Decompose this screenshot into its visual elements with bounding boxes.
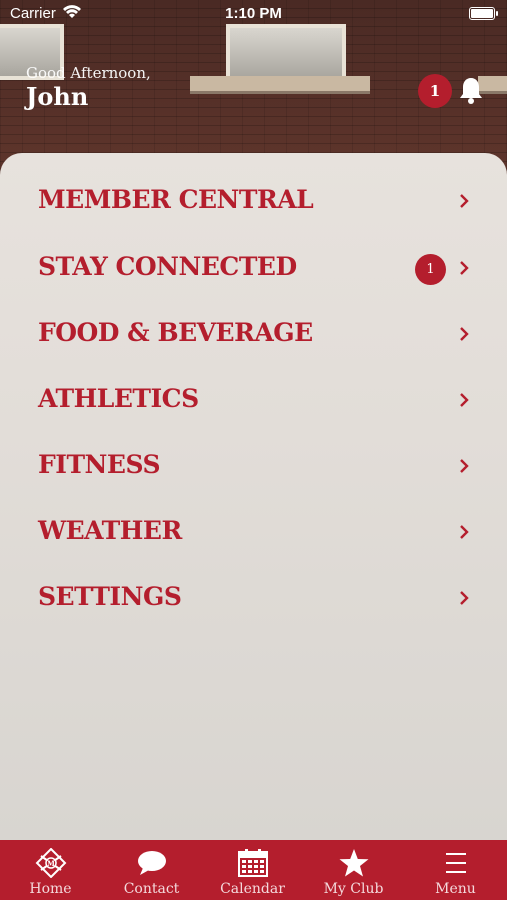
notification-count-badge[interactable]: 1 — [418, 74, 452, 108]
menu-item-stay-connected[interactable]: STAY CONNECTED 1 — [0, 238, 507, 298]
tab-label: My Club — [323, 881, 384, 897]
svg-text:M: M — [47, 859, 55, 868]
bottom-tab-bar: M Home Contact Calendar My Club Menu — [0, 840, 507, 900]
tab-label: Contact — [123, 881, 180, 897]
building-window — [226, 24, 346, 82]
chevron-right-icon — [460, 393, 469, 407]
hamburger-icon — [445, 853, 466, 873]
tab-my-club[interactable]: My Club — [303, 840, 404, 900]
menu-item-food-beverage[interactable]: FOOD & BEVERAGE — [0, 304, 507, 364]
menu-item-label: ATHLETICS — [38, 384, 199, 413]
chevron-right-icon — [460, 591, 469, 605]
bell-icon[interactable] — [458, 76, 484, 104]
menu-card: MEMBER CENTRAL STAY CONNECTED 1 FOOD & B… — [0, 153, 507, 843]
star-icon — [339, 849, 368, 877]
greeting-text: Good Afternoon, — [26, 64, 151, 82]
menu-item-label: SETTINGS — [38, 582, 182, 611]
menu-item-badge: 1 — [415, 254, 446, 285]
tab-label: Calendar — [220, 881, 285, 897]
menu-item-label: FOOD & BEVERAGE — [38, 318, 313, 347]
tab-calendar[interactable]: Calendar — [202, 840, 303, 900]
greeting-block: Good Afternoon, John — [26, 64, 151, 111]
menu-item-label: STAY CONNECTED — [38, 252, 297, 281]
tab-contact[interactable]: Contact — [101, 840, 202, 900]
chevron-right-icon — [460, 194, 469, 208]
status-bar: Carrier 1:10 PM — [0, 0, 507, 28]
tab-home[interactable]: M Home — [0, 840, 101, 900]
menu-item-label: FITNESS — [38, 450, 161, 479]
menu-item-fitness[interactable]: FITNESS — [0, 436, 507, 496]
chevron-right-icon — [460, 261, 469, 275]
battery-icon — [469, 7, 498, 20]
tab-menu[interactable]: Menu — [405, 840, 506, 900]
menu-item-member-central[interactable]: MEMBER CENTRAL — [0, 171, 507, 231]
menu-item-athletics[interactable]: ATHLETICS — [0, 370, 507, 430]
tab-label: Home — [29, 881, 72, 897]
chevron-right-icon — [460, 525, 469, 539]
menu-item-weather[interactable]: WEATHER — [0, 502, 507, 562]
chevron-right-icon — [460, 327, 469, 341]
menu-item-settings[interactable]: SETTINGS — [0, 568, 507, 628]
user-name: John — [26, 82, 89, 111]
menu-item-label: MEMBER CENTRAL — [38, 185, 314, 214]
chevron-right-icon — [460, 459, 469, 473]
chat-bubble-icon — [137, 851, 166, 875]
home-logo-icon: M — [35, 848, 66, 878]
tab-label: Menu — [435, 881, 476, 897]
status-time: 1:10 PM — [225, 5, 282, 22]
menu-item-label: WEATHER — [38, 516, 182, 545]
building-ledge — [190, 76, 370, 94]
calendar-icon — [237, 849, 268, 877]
